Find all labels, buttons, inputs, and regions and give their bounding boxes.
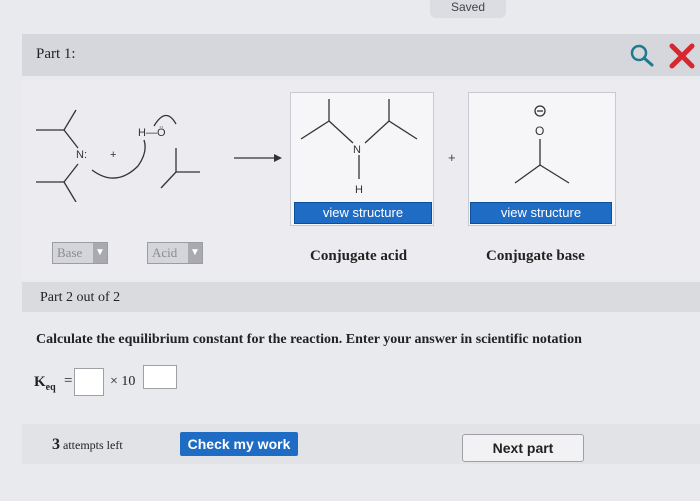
reaction-arrow-icon bbox=[234, 154, 282, 162]
mantissa-input[interactable] bbox=[74, 368, 104, 396]
part2-title: Part 2 out of 2 bbox=[40, 290, 121, 305]
search-icon[interactable] bbox=[628, 42, 656, 68]
part1-title: Part 1: bbox=[36, 46, 76, 62]
conjugate-acid-structure: N H bbox=[300, 99, 418, 196]
caret-down-icon: ▼ bbox=[188, 243, 202, 263]
part1-header bbox=[22, 34, 700, 76]
attempts-count: 3 bbox=[52, 436, 60, 453]
close-icon[interactable] bbox=[668, 42, 696, 70]
question-text: Calculate the equilibrium constant for t… bbox=[36, 332, 582, 347]
attempts-left: 3 attempts left bbox=[52, 436, 123, 454]
base-o-label: O bbox=[535, 124, 544, 138]
acid-dropdown-label: Acid bbox=[152, 245, 178, 260]
acid-n-label: N bbox=[353, 144, 361, 156]
base-dropdown-label: Base bbox=[57, 245, 83, 260]
base-dropdown[interactable]: Base ▼ bbox=[52, 242, 108, 264]
conjugate-base-label: Conjugate base bbox=[486, 248, 585, 264]
attempts-text: attempts left bbox=[63, 438, 123, 452]
products-plus: + bbox=[448, 150, 456, 165]
exponent-input[interactable] bbox=[143, 365, 177, 389]
conjugate-base-structure: O bbox=[514, 105, 570, 184]
equals-sign: = bbox=[64, 373, 73, 389]
times-ten-label: × 10 bbox=[110, 374, 136, 389]
reactant-ho-label: H—Ö bbox=[138, 127, 166, 139]
saved-status: Saved bbox=[430, 0, 506, 18]
next-part-button[interactable]: Next part bbox=[462, 434, 584, 462]
acid-dropdown[interactable]: Acid ▼ bbox=[147, 242, 203, 264]
keq-label: Keq bbox=[34, 374, 56, 393]
view-structure-acid-button[interactable]: view structure bbox=[294, 202, 432, 224]
reactants-structure: N: H—Ö + bbox=[36, 109, 200, 202]
action-bar bbox=[22, 424, 700, 464]
conjugate-acid-label: Conjugate acid bbox=[310, 248, 408, 264]
acid-h-label: H bbox=[355, 184, 363, 196]
reactant-plus: + bbox=[110, 149, 116, 161]
caret-down-icon: ▼ bbox=[93, 243, 107, 263]
view-structure-base-button[interactable]: view structure bbox=[470, 202, 612, 224]
reactant-n-label: N: bbox=[76, 149, 87, 161]
part2-header bbox=[22, 282, 700, 312]
check-my-work-button[interactable]: Check my work bbox=[180, 432, 298, 456]
